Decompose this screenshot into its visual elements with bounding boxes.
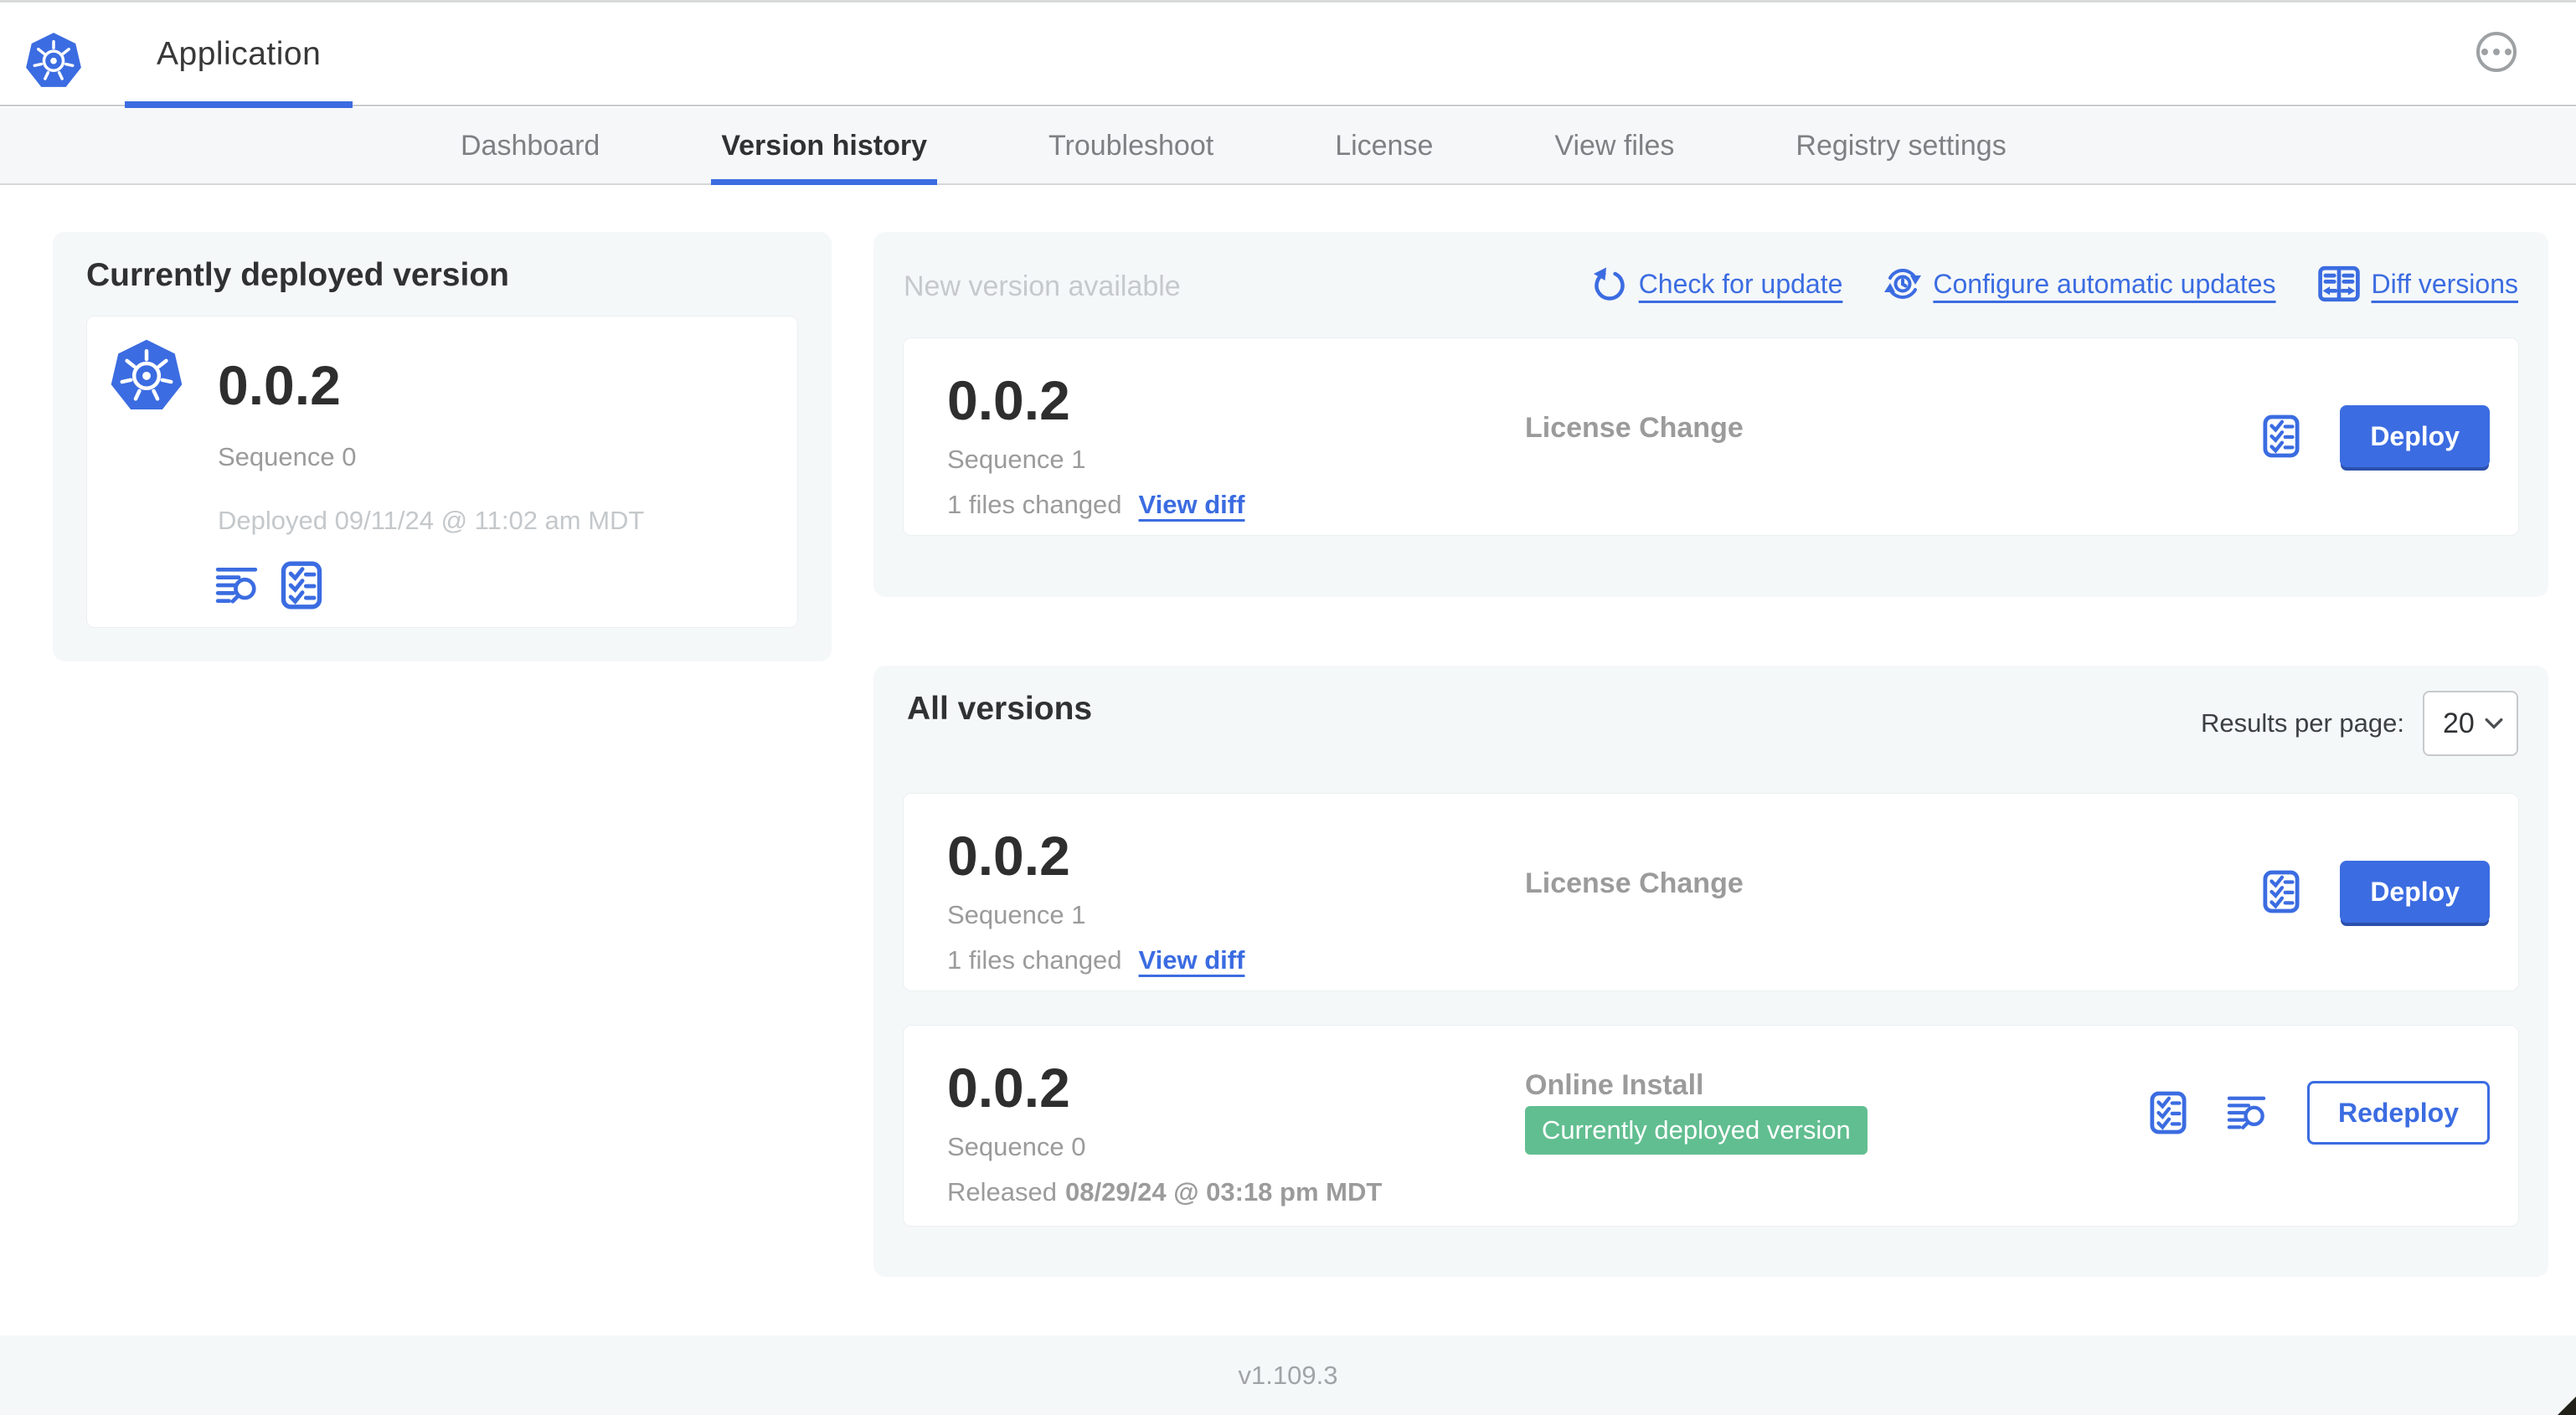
version-number: 0.0.2: [947, 1057, 1070, 1119]
preflight-checks-button[interactable]: [2263, 869, 2300, 914]
diff-icon: [2318, 265, 2360, 302]
currently-deployed-panel: Currently deployed version 0.0.2 Sequenc…: [53, 232, 832, 661]
currently-deployed-badge: Currently deployed version: [1525, 1106, 1868, 1155]
checklist-icon: [281, 561, 322, 610]
version-actions: Redeploy: [2150, 1081, 2490, 1145]
ellipsis-icon: [2505, 49, 2512, 55]
kubernetes-logo-icon: [24, 26, 83, 95]
version-actions: Deploy: [2263, 861, 2490, 923]
version-source: Online Install: [1525, 1069, 1704, 1101]
cursor-artifact: [2558, 1397, 2576, 1415]
deployed-sequence: Sequence 0: [218, 442, 357, 471]
diff-versions-label: Diff versions: [2371, 268, 2518, 299]
version-sequence: Sequence 0: [947, 1132, 1086, 1161]
app-footer: v1.109.3: [0, 1335, 2576, 1415]
results-per-page-label: Results per page:: [2201, 708, 2404, 738]
version-sequence: Sequence 1: [947, 445, 1086, 474]
tab-license[interactable]: License: [1335, 108, 1433, 183]
results-per-page-select[interactable]: 20: [2423, 691, 2518, 756]
tab-view-files[interactable]: View files: [1554, 108, 1674, 183]
deploy-button[interactable]: Deploy: [2340, 405, 2490, 467]
more-menu-button[interactable]: [2476, 32, 2517, 72]
refresh-icon: [1592, 266, 1627, 301]
deployed-actions: [215, 561, 322, 610]
files-changed: 1 files changed: [947, 490, 1122, 519]
deployed-panel-title: Currently deployed version: [86, 257, 509, 293]
deployed-version-card: 0.0.2 Sequence 0 Deployed 09/11/24 @ 11:…: [86, 316, 798, 628]
version-sequence: Sequence 1: [947, 900, 1086, 929]
ellipsis-icon: [2493, 49, 2500, 55]
admin-console-version: v1.109.3: [1238, 1360, 1338, 1390]
checklist-icon: [2263, 414, 2300, 459]
app-header: Application: [0, 3, 2576, 108]
logs-icon: [215, 565, 259, 605]
diff-versions-link[interactable]: Diff versions: [2318, 265, 2518, 302]
version-source: License Change: [1525, 867, 1744, 899]
tab-registry-settings[interactable]: Registry settings: [1795, 108, 2006, 183]
released-date: 08/29/24 @ 03:18 pm MDT: [1064, 1177, 1383, 1207]
version-meta: 1 files changed View diff: [947, 490, 1244, 520]
preflight-checks-button[interactable]: [2263, 414, 2300, 459]
view-logs-button[interactable]: [2227, 1094, 2267, 1131]
deployed-timestamp: Deployed 09/11/24 @ 11:02 am MDT: [218, 506, 645, 535]
ellipsis-icon: [2481, 49, 2488, 55]
results-per-page-value: 20: [2443, 707, 2475, 739]
released-prefix: Released: [947, 1177, 1057, 1207]
preflight-checks-button[interactable]: [2150, 1090, 2187, 1135]
view-diff-link[interactable]: View diff: [1139, 945, 1245, 975]
version-source: License Change: [1525, 412, 1744, 444]
schedule-icon: [1884, 265, 1921, 302]
checklist-icon: [2150, 1090, 2187, 1135]
chevron-down-icon: [2485, 718, 2503, 729]
app-title: Application: [157, 36, 322, 72]
all-versions-panel: All versions Results per page: 20 0.0.2 …: [873, 666, 2548, 1277]
version-released: Released 08/29/24 @ 03:18 pm MDT: [947, 1177, 1382, 1207]
version-meta: 1 files changed View diff: [947, 945, 1244, 975]
tab-version-history[interactable]: Version history: [711, 108, 937, 185]
version-number: 0.0.2: [947, 825, 1070, 887]
version-number: 0.0.2: [947, 369, 1070, 431]
redeploy-button[interactable]: Redeploy: [2306, 1081, 2490, 1145]
new-version-panel: New version available Check for update C…: [873, 232, 2548, 597]
deployed-version-number: 0.0.2: [218, 354, 341, 416]
kubernetes-logo-icon: [109, 334, 184, 416]
view-diff-link[interactable]: View diff: [1139, 490, 1245, 519]
configure-automatic-updates-link[interactable]: Configure automatic updates: [1884, 265, 2276, 302]
logs-icon: [2227, 1094, 2267, 1131]
all-versions-title: All versions: [907, 691, 1093, 727]
files-changed: 1 files changed: [947, 945, 1122, 975]
update-links: Check for update Configure automatic upd…: [1592, 265, 2518, 302]
subnav-tabs: Dashboard Version history Troubleshoot L…: [0, 108, 2576, 185]
check-for-update-link[interactable]: Check for update: [1592, 266, 1843, 301]
version-row-sequence-1: 0.0.2 Sequence 1 1 files changed View dif…: [903, 793, 2519, 991]
app-tab[interactable]: Application: [125, 3, 353, 108]
tab-troubleshoot[interactable]: Troubleshoot: [1048, 108, 1213, 183]
version-row-sequence-0: 0.0.2 Sequence 0 Released 08/29/24 @ 03:1…: [903, 1025, 2519, 1227]
check-for-update-label: Check for update: [1638, 268, 1843, 299]
new-version-row: 0.0.2 Sequence 1 1 files changed View dif…: [903, 337, 2519, 536]
checklist-icon: [2263, 869, 2300, 914]
preflight-checks-button[interactable]: [281, 561, 322, 610]
version-actions: Deploy: [2263, 405, 2490, 467]
results-per-page: Results per page: 20: [2201, 691, 2518, 756]
view-logs-button[interactable]: [215, 565, 259, 605]
deploy-button[interactable]: Deploy: [2340, 861, 2490, 923]
configure-automatic-updates-label: Configure automatic updates: [1933, 268, 2276, 299]
new-version-title: New version available: [904, 270, 1181, 302]
tab-dashboard[interactable]: Dashboard: [461, 108, 600, 183]
